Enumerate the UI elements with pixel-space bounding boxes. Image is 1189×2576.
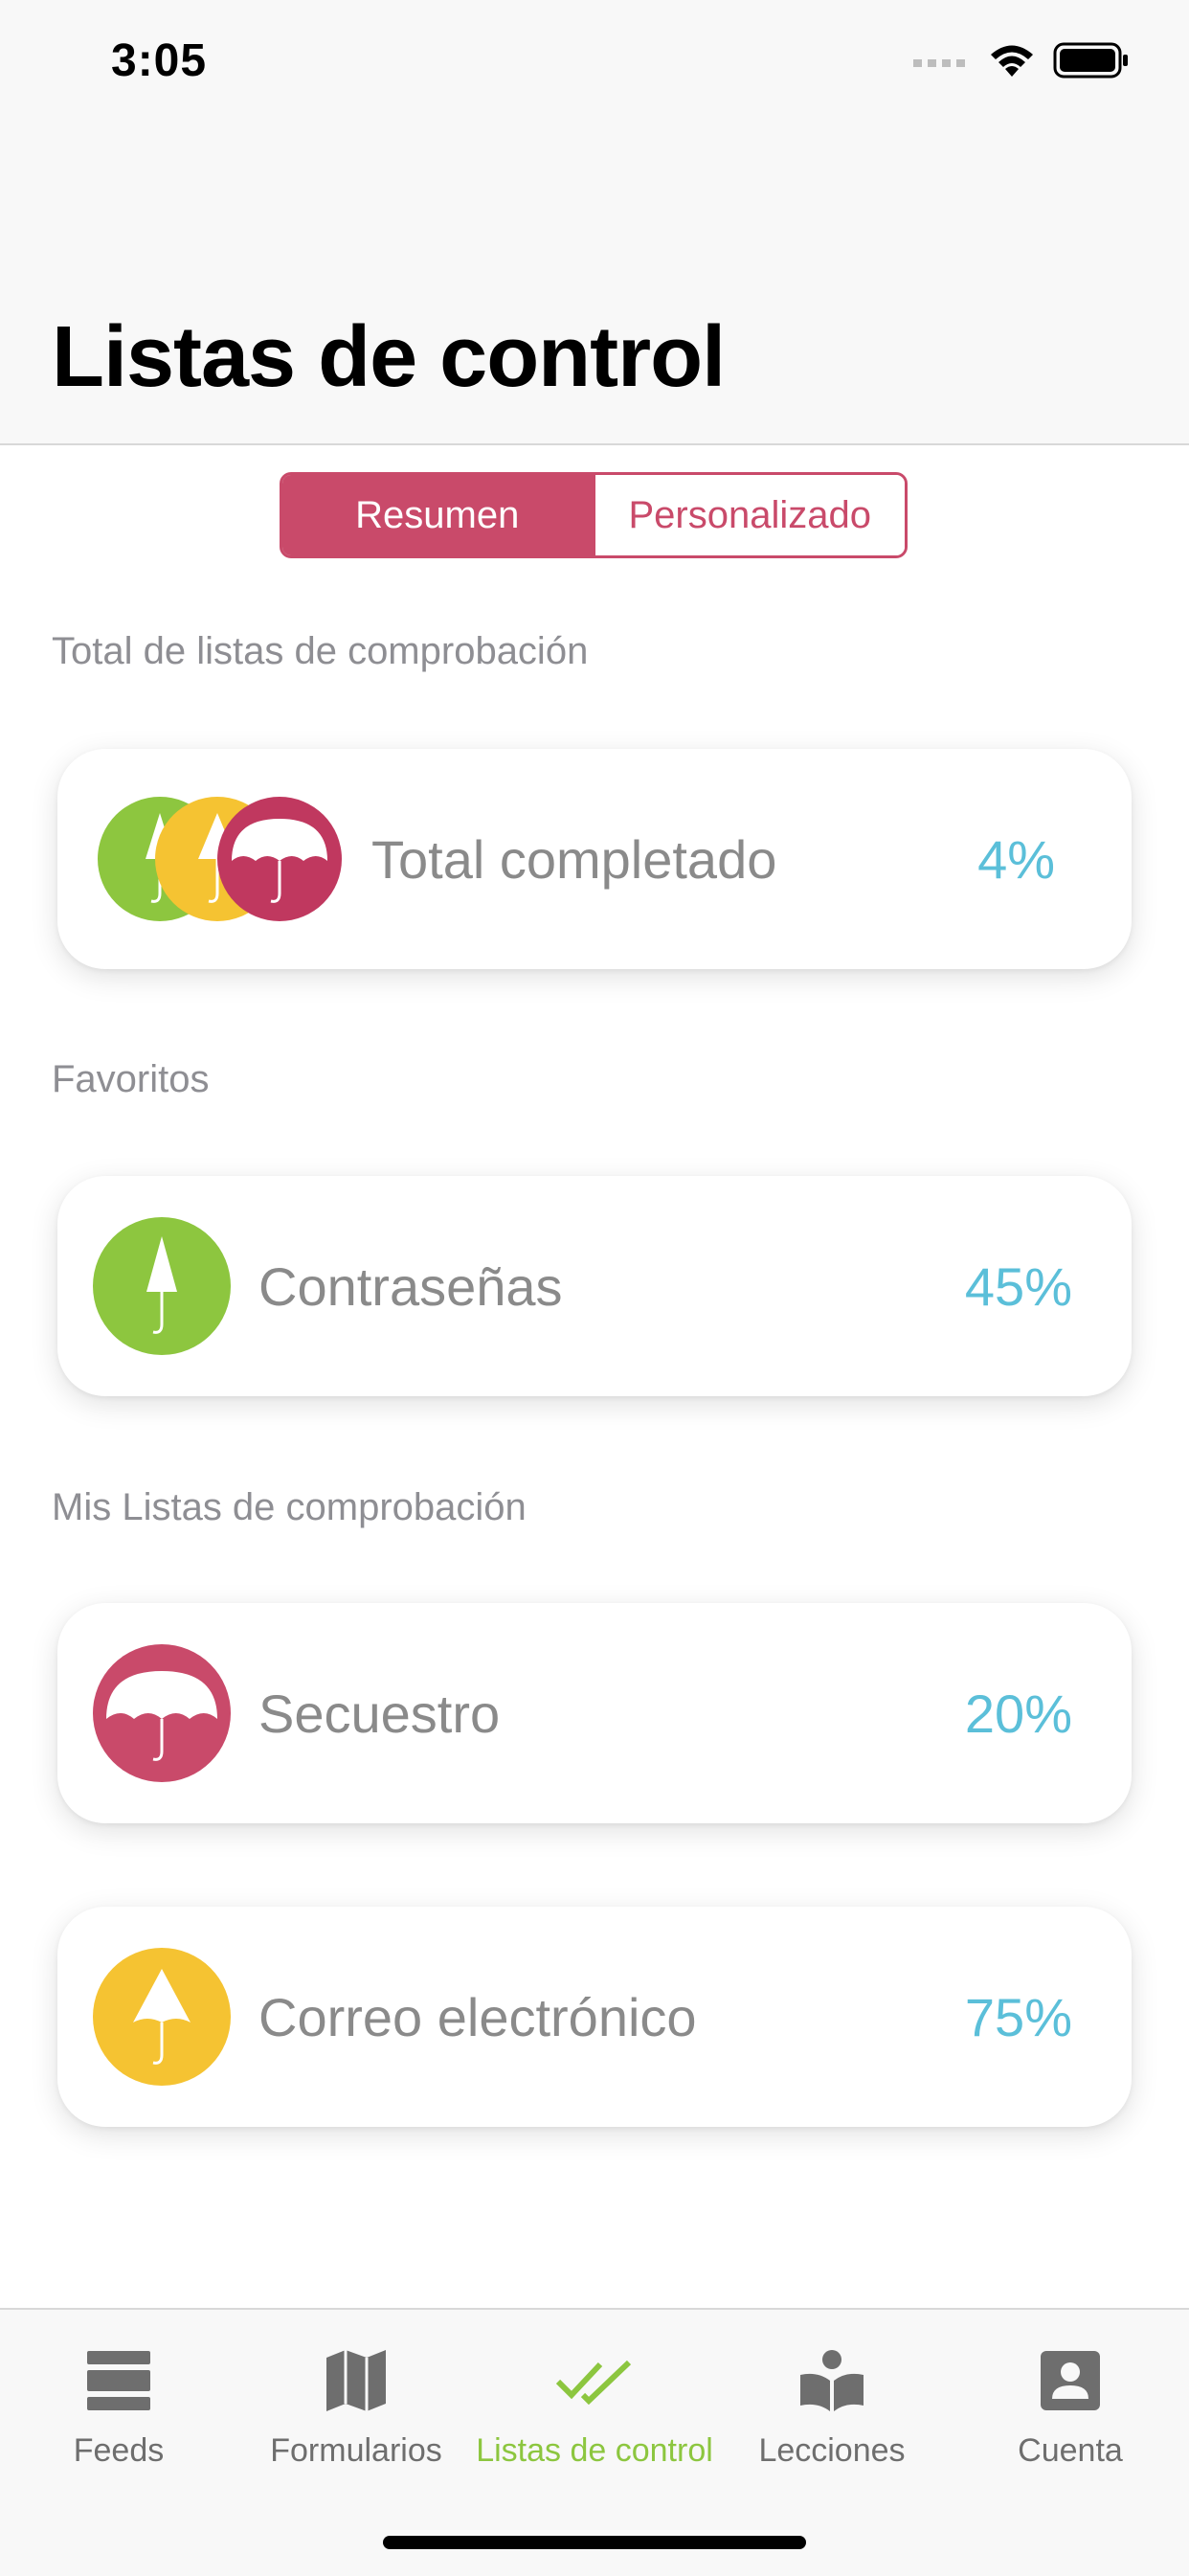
map-icon [318,2342,394,2419]
tab-label: Feeds [73,2432,165,2469]
section-label-total: Total de listas de comprobación [52,630,589,672]
card-label: Total completado [371,828,777,890]
card-passwords[interactable]: Contraseñas 45% [57,1176,1132,1396]
battery-icon [1053,42,1128,79]
wifi-icon [991,45,1033,77]
card-label: Correo electrónico [258,1986,697,2047]
status-icons [913,42,1130,79]
stacked-umbrellas-icon [98,797,342,921]
umbrella-closed-icon [93,1217,231,1355]
section-label-mine: Mis Listas de comprobación [52,1486,527,1528]
status-time: 3:05 [111,35,208,86]
card-email[interactable]: Correo electrónico 75% [57,1907,1132,2127]
tab-formularios[interactable]: Formularios [237,2310,475,2501]
card-percentage: 20% [964,1683,1072,1744]
tab-cuenta[interactable]: Cuenta [952,2310,1189,2501]
tab-label: Listas de control [476,2432,713,2469]
tab-feeds[interactable]: Feeds [0,2310,237,2501]
page-title: Listas de control [52,309,726,405]
card-percentage: 45% [964,1255,1072,1317]
reader-icon [794,2342,870,2419]
card-label: Contraseñas [258,1255,563,1317]
navigation-header: 3:05 Listas de control [0,0,1189,445]
tab-label: Formularios [270,2432,442,2469]
segment-personalizado[interactable]: Personalizado [592,475,905,555]
card-percentage: 4% [977,828,1055,890]
card-label: Secuestro [258,1683,501,1744]
tab-listas-de-control[interactable]: Listas de control [476,2310,713,2501]
card-total-completed[interactable]: Total completado 4% [57,749,1132,969]
tab-lecciones[interactable]: Lecciones [713,2310,951,2501]
segmented-control: Resumen Personalizado [280,472,908,558]
double-check-icon [556,2342,633,2419]
signal-icon [913,59,965,67]
segment-resumen[interactable]: Resumen [282,475,593,555]
card-percentage: 75% [964,1986,1072,2047]
umbrella-half-icon [93,1948,231,2086]
section-label-favorites: Favoritos [52,1058,210,1100]
tab-label: Cuenta [1018,2432,1123,2469]
home-indicator [383,2536,806,2549]
umbrella-open-icon [93,1644,231,1782]
account-icon [1032,2342,1109,2419]
tab-label: Lecciones [758,2432,906,2469]
card-kidnapping[interactable]: Secuestro 20% [57,1603,1132,1823]
feeds-icon [80,2342,157,2419]
status-bar: 3:05 [0,0,1189,124]
